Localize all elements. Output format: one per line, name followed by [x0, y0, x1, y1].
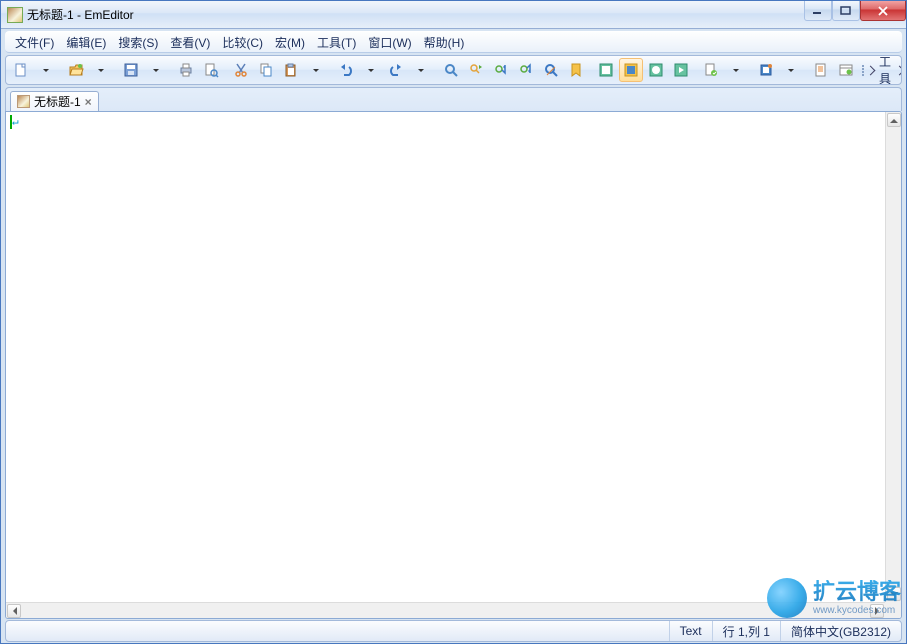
paste-button[interactable]	[279, 58, 303, 82]
redo-dropdown[interactable]	[409, 58, 433, 82]
window-buttons	[804, 1, 906, 21]
close-button[interactable]	[860, 1, 906, 21]
menu-window[interactable]: 窗口(W)	[362, 32, 417, 53]
view-c-button[interactable]	[644, 58, 668, 82]
bookmark-toggle-button[interactable]	[564, 58, 588, 82]
scroll-down-button[interactable]	[887, 587, 901, 601]
plugins-dropdown[interactable]	[779, 58, 803, 82]
document-icon	[17, 95, 30, 108]
tab-label: 无标题-1	[34, 93, 81, 110]
app-icon	[7, 7, 23, 23]
menu-view[interactable]: 查看(V)	[164, 32, 216, 53]
horizontal-scrollbar[interactable]	[6, 602, 885, 618]
find-prev-button[interactable]	[489, 58, 513, 82]
menu-tools[interactable]: 工具(T)	[311, 32, 362, 53]
text-editor[interactable]: ↵	[6, 112, 885, 602]
redo-button[interactable]	[384, 58, 408, 82]
toolbar-group-tools[interactable]: 工具	[875, 55, 895, 85]
eol-mark: ↵	[12, 115, 19, 128]
tab-active[interactable]: 无标题-1 ×	[10, 91, 99, 112]
cut-button[interactable]	[229, 58, 253, 82]
maximize-button[interactable]	[832, 1, 860, 21]
scroll-left-button[interactable]	[7, 604, 21, 618]
status-position[interactable]: 行 1,列 1	[712, 621, 780, 641]
toolbar-overflow[interactable]	[867, 67, 874, 74]
app-window: 无标题-1 - EmEditor 文件(F) 编辑(E) 搜索(S) 查看(V)…	[0, 0, 907, 644]
print-preview-button[interactable]	[199, 58, 223, 82]
title-bar[interactable]: 无标题-1 - EmEditor	[1, 1, 906, 29]
tab-bar: 无标题-1 ×	[5, 87, 902, 111]
editor-area: ↵	[5, 111, 902, 619]
scroll-right-button[interactable]	[870, 604, 884, 618]
menu-search[interactable]: 搜索(S)	[112, 32, 164, 53]
find-in-files-button[interactable]	[539, 58, 563, 82]
tools-overflow[interactable]	[896, 67, 902, 74]
tab-close-icon[interactable]: ×	[85, 95, 92, 109]
new-dropdown[interactable]	[34, 58, 58, 82]
toolbar-grip[interactable]	[862, 65, 864, 76]
window-title: 无标题-1 - EmEditor	[27, 6, 804, 23]
open-button[interactable]	[64, 58, 88, 82]
new-button[interactable]	[9, 58, 33, 82]
settings-button[interactable]	[834, 58, 858, 82]
scroll-up-button[interactable]	[887, 113, 901, 127]
save-button[interactable]	[119, 58, 143, 82]
view-d-button[interactable]	[669, 58, 693, 82]
find-button[interactable]	[439, 58, 463, 82]
status-bar: Text 行 1,列 1 简体中文(GB2312)	[5, 620, 902, 642]
toolbar: 工具 宏 标记	[5, 55, 902, 85]
find-next-button[interactable]	[514, 58, 538, 82]
properties-button[interactable]	[809, 58, 833, 82]
view-a-button[interactable]	[594, 58, 618, 82]
menu-help[interactable]: 帮助(H)	[418, 32, 471, 53]
open-dropdown[interactable]	[89, 58, 113, 82]
menu-macro[interactable]: 宏(M)	[269, 32, 311, 53]
config-button[interactable]	[699, 58, 723, 82]
status-mode[interactable]: Text	[669, 621, 712, 641]
print-button[interactable]	[174, 58, 198, 82]
undo-button[interactable]	[334, 58, 358, 82]
vertical-scrollbar[interactable]	[885, 112, 901, 602]
undo-dropdown[interactable]	[359, 58, 383, 82]
status-encoding[interactable]: 简体中文(GB2312)	[780, 621, 901, 641]
paste-dropdown[interactable]	[304, 58, 328, 82]
menu-edit[interactable]: 编辑(E)	[60, 32, 112, 53]
copy-button[interactable]	[254, 58, 278, 82]
replace-button[interactable]	[464, 58, 488, 82]
view-b-button[interactable]	[619, 58, 643, 82]
menu-bar: 文件(F) 编辑(E) 搜索(S) 查看(V) 比较(C) 宏(M) 工具(T)…	[5, 31, 902, 53]
plugins-button[interactable]	[754, 58, 778, 82]
scroll-corner	[885, 602, 901, 618]
config-dropdown[interactable]	[724, 58, 748, 82]
menu-compare[interactable]: 比较(C)	[216, 32, 269, 53]
menu-file[interactable]: 文件(F)	[9, 32, 60, 53]
save-dropdown[interactable]	[144, 58, 168, 82]
minimize-button[interactable]	[804, 1, 832, 21]
